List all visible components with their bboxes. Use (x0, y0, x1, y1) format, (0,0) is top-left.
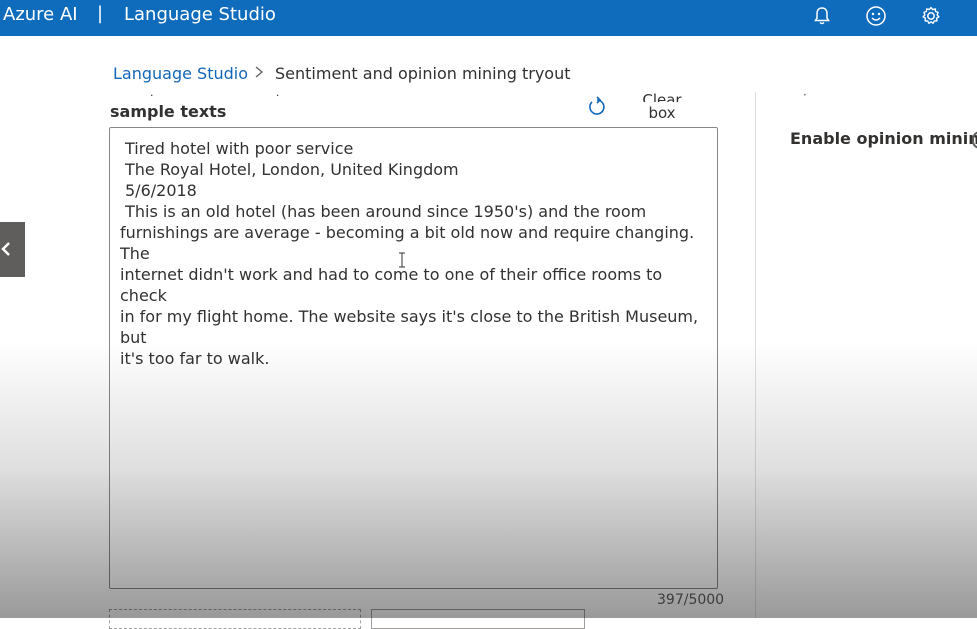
chevron-left-icon (0, 240, 12, 262)
header-separator: | (97, 3, 104, 24)
clear-button-label-line1: Clear text (642, 91, 682, 102)
breadcrumb-root-link[interactable]: Language Studio (113, 64, 248, 83)
top-navigation-bar: Azure AI | Language Studio (0, 0, 977, 36)
bell-icon[interactable] (809, 3, 835, 29)
refresh-icon (586, 96, 608, 122)
text-line: 5/6/2018 (125, 181, 197, 200)
smiley-icon[interactable] (863, 3, 889, 29)
panel-divider (755, 92, 756, 618)
product-title[interactable]: Language Studio (124, 4, 276, 25)
chevron-right-icon (253, 62, 265, 86)
text-line: This is an old hotel (has been around si… (120, 202, 647, 221)
brand-label[interactable]: Azure AI (3, 4, 78, 25)
clipped-text-fragment: · · (150, 89, 280, 102)
breadcrumb-current: Sentiment and opinion mining tryout (275, 64, 571, 83)
clear-text-box-button[interactable]: Clear text box (586, 88, 714, 124)
text-line: Tired hotel with poor service (125, 139, 354, 158)
action-button[interactable] (371, 609, 585, 629)
sample-text-input[interactable]: Tired hotel with poor service The Royal H… (109, 127, 718, 589)
enable-opinion-mining-label: Enable opinion mining (790, 129, 977, 148)
sample-texts-label: sample texts (110, 102, 227, 121)
text-cursor-icon (399, 252, 405, 268)
text-line: The Royal Hotel, London, United Kingdom (125, 160, 459, 179)
text-line: in for my flight home. The website says … (120, 307, 704, 347)
gear-icon[interactable] (918, 3, 944, 29)
clear-button-label-line2: box (648, 104, 676, 122)
text-line: internet didn't work and had to come to … (120, 265, 668, 305)
character-counter: 397/5000 (657, 592, 725, 608)
action-button[interactable] (109, 609, 361, 629)
clipped-text-fragment: · (803, 88, 807, 102)
collapse-panel-button[interactable] (0, 222, 25, 277)
text-line: it's too far to walk. (120, 349, 270, 368)
text-line: furnishings are average - becoming a bit… (120, 223, 700, 263)
